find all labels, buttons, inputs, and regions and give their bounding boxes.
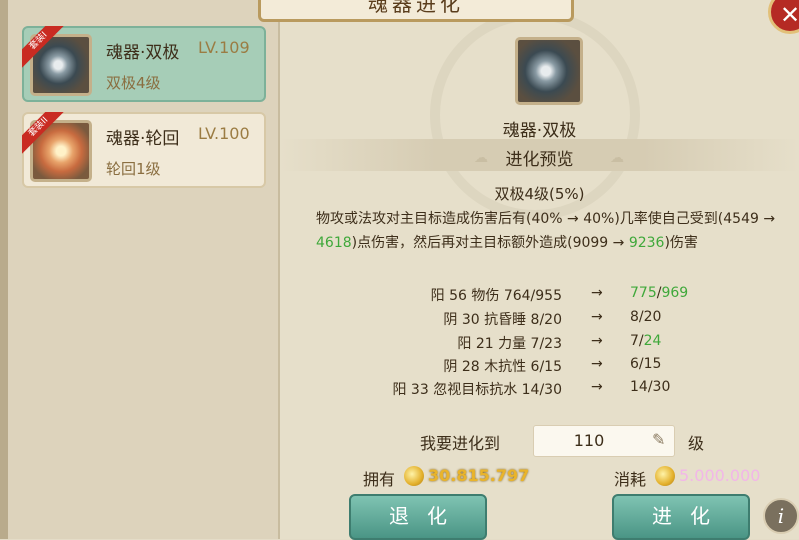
stat-row: 阳 56 物伤 764/955 → 775/969 [300, 285, 780, 307]
cost-label: 消耗 [614, 470, 647, 489]
stat-current: 阳 21 力量 7/23 [457, 336, 562, 352]
stat-row: 阴 28 木抗性 6/15 → 6/15 [300, 356, 780, 378]
arrow-right-icon: → [591, 379, 603, 395]
effect-desc-value: 9236 [628, 235, 665, 251]
stat-row: 阳 33 忽视目标抗水 14/30 → 14/30 [300, 379, 780, 401]
item-list-panel: 套装I 魂器·双极 LV.109 双极4级 套装II 魂器·轮回 LV.100 … [0, 0, 280, 539]
item-level: LV.109 [198, 38, 250, 57]
item-sublevel: 轮回1级 [106, 160, 161, 178]
stat-new-max: 30 [652, 379, 671, 395]
window-title: 魂器进化 [258, 0, 574, 22]
arrow-right-icon: → [591, 309, 603, 325]
stat-new-max: 15 [643, 356, 662, 372]
effect-desc-text: )点伤害，然后再对主目标额外造成(9099 → [351, 235, 629, 251]
stat-new-max: 20 [643, 309, 662, 325]
stat-current: 阳 56 物伤 764/955 [430, 288, 562, 304]
devolve-button[interactable]: 退化 [349, 494, 487, 540]
stat-new: 8/20 [630, 309, 661, 325]
stat-new-current: 6 [630, 356, 639, 372]
stat-new-current: 775 [630, 285, 657, 301]
stat-new: 775/969 [630, 285, 688, 301]
stat-new: 7/24 [630, 333, 661, 349]
target-level-label: 我要进化到 [420, 434, 501, 453]
item-level: LV.100 [198, 124, 250, 143]
set-ribbon: 套装I [22, 26, 64, 68]
item-name: 魂器·轮回 [106, 129, 180, 149]
info-button[interactable]: i [763, 498, 799, 534]
effect-level: 双极4级(5%) [494, 185, 585, 203]
left-edge-decoration [0, 0, 8, 539]
selected-artifact-icon [515, 37, 583, 105]
cost-gold-value: 5.000.000 [679, 466, 761, 485]
stat-current: 阳 33 忽视目标抗水 14/30 [392, 382, 562, 398]
stat-new: 6/15 [630, 356, 661, 372]
owned-gold-value: 30.815.797 [428, 466, 530, 485]
item-name: 魂器·双极 [106, 43, 180, 63]
evolve-button[interactable]: 进化 [612, 494, 750, 540]
selected-artifact-name: 魂器·双极 [502, 121, 577, 141]
set-ribbon: 套装II [22, 112, 64, 154]
arrow-right-icon: → [591, 356, 603, 372]
stat-row: 阴 30 抗昏睡 8/20 → 8/20 [300, 309, 780, 331]
stat-current: 阴 28 木抗性 6/15 [443, 359, 562, 375]
target-level-unit: 级 [688, 434, 705, 453]
stat-new: 14/30 [630, 379, 670, 395]
stat-new-current: 7 [630, 333, 639, 349]
preview-title: 进化预览 [505, 150, 574, 170]
effect-desc-text: 物攻或法攻对主目标造成伤害后有(40% → 40%)几率使自己受到(4549 → [316, 211, 776, 227]
item-card-shuangji[interactable]: 套装I 魂器·双极 LV.109 双极4级 [22, 26, 266, 102]
item-sublevel: 双极4级 [106, 74, 161, 92]
set-ribbon-label: 套装I [22, 26, 64, 68]
gold-coin-icon [655, 466, 675, 486]
set-ribbon-label: 套装II [22, 112, 64, 154]
stat-new-current: 14 [630, 379, 648, 395]
effect-desc-value: 4618 [316, 235, 352, 251]
stat-row: 阳 21 力量 7/23 → 7/24 [300, 333, 780, 355]
pencil-edit-icon[interactable]: ✎ [652, 430, 665, 449]
effect-desc-text: )伤害 [664, 235, 698, 251]
item-card-lunhui[interactable]: 套装II 魂器·轮回 LV.100 轮回1级 [22, 112, 266, 188]
stat-current: 阴 30 抗昏睡 8/20 [443, 312, 562, 328]
arrow-right-icon: → [591, 285, 603, 301]
stat-new-current: 8 [630, 309, 639, 325]
effect-description: 物攻或法攻对主目标造成伤害后有(40% → 40%)几率使自己受到(4549 →… [316, 207, 784, 255]
stat-new-max: 969 [661, 285, 689, 301]
owned-label: 拥有 [363, 470, 396, 489]
stat-new-max: 24 [643, 333, 662, 349]
gold-coin-icon [404, 466, 424, 486]
arrow-right-icon: → [591, 333, 603, 349]
